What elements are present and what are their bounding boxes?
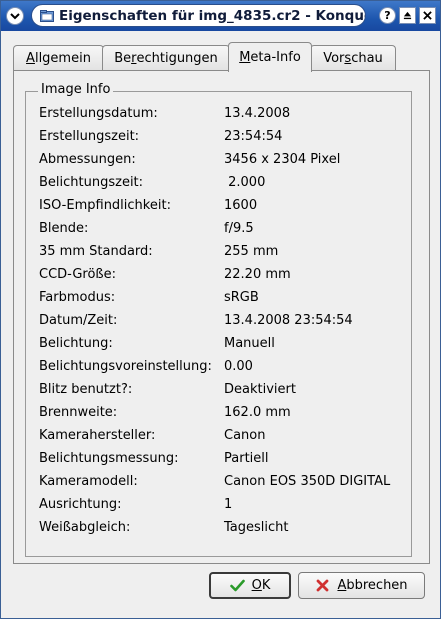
ok-label: K: [261, 578, 271, 593]
info-value: 13.4.2008 23:54:54: [224, 313, 353, 328]
info-value: 3456 x 2304 Pixel: [224, 152, 341, 167]
info-value: 2.000: [224, 175, 266, 190]
info-key: CCD-Größe:: [39, 267, 116, 282]
tab-label-pre: Be: [114, 51, 132, 66]
info-value: 1: [224, 497, 233, 512]
ok-mnemonic: O: [251, 578, 262, 593]
window-title: Eigenschaften für img_4835.cr2 - Konquer…: [59, 7, 366, 24]
tab-berechtigungen[interactable]: Be r echtigungen: [102, 45, 230, 71]
window-menu-button[interactable]: [6, 7, 24, 25]
info-value: Canon: [224, 428, 266, 443]
folder-icon: [40, 9, 54, 22]
info-key: Abmessungen:: [39, 152, 136, 167]
info-value: 13.4.2008: [224, 106, 291, 121]
info-key: Belichtungszeit:: [39, 175, 144, 190]
info-key: Kameramodell:: [39, 474, 138, 489]
info-key: Belichtungsmessung:: [39, 451, 179, 466]
info-value: Deaktiviert: [224, 382, 296, 397]
tab-label-mnemonic: A: [26, 51, 35, 66]
title-bar: Eigenschaften für img_4835.cr2 - Konquer…: [1, 1, 440, 31]
cancel-mnemonic: A: [337, 578, 347, 593]
info-value: Partiell: [224, 451, 269, 466]
info-key: Erstellungsdatum:: [39, 106, 158, 121]
x-icon: [317, 579, 329, 592]
info-value: 23:54:54: [224, 129, 283, 144]
close-button[interactable]: [419, 7, 436, 24]
tab-label-post: eta-Info: [250, 50, 301, 65]
close-icon: [423, 11, 432, 20]
tab-label-mnemonic: s: [344, 51, 352, 66]
info-key: Belichtungsvoreinstellung:: [39, 359, 212, 374]
info-key: ISO-Empfindlichkeit:: [39, 198, 171, 213]
help-label: ?: [384, 9, 391, 22]
tab-label-mnemonic: M: [239, 50, 251, 65]
info-key: Farbmodus:: [39, 290, 116, 305]
tab-label-post: echtigungen: [136, 51, 218, 66]
chevron-down-icon: [10, 13, 20, 20]
tab-label-post: llgemein: [34, 51, 91, 66]
info-key: 35 mm Standard:: [39, 244, 153, 259]
info-value: 162.0 mm: [224, 405, 291, 420]
info-value: Manuell: [224, 336, 275, 351]
info-key: Brennweite:: [39, 405, 118, 420]
info-value: f/9.5: [224, 221, 254, 236]
info-value: 22.20 mm: [224, 267, 291, 282]
maximize-icon: [403, 11, 412, 20]
info-value: 255 mm: [224, 244, 279, 259]
tab-label-pre: Vor: [323, 51, 345, 66]
tab-vorschau[interactable]: Vor s chau: [310, 45, 396, 71]
group-title: Image Info: [38, 82, 114, 97]
info-key: Blende:: [39, 221, 89, 236]
properties-dialog: Eigenschaften für img_4835.cr2 - Konquer…: [0, 0, 441, 619]
title-pill: Eigenschaften für img_4835.cr2 - Konquer…: [31, 4, 366, 27]
cancel-button[interactable]: Abbrechen: [298, 572, 425, 599]
info-key: Datum/Zeit:: [39, 313, 118, 328]
meta-info-panel: Image Info Erstellungsdatum: 13.4.2008 Er…: [13, 70, 430, 564]
info-key: Belichtung:: [39, 336, 113, 351]
info-key: Kamerahersteller:: [39, 428, 156, 443]
info-value: 1600: [224, 198, 258, 213]
info-key: Ausrichtung:: [39, 497, 122, 512]
info-value: Canon EOS 350D DIGITAL: [224, 474, 391, 489]
info-value: Tageslicht: [224, 520, 289, 535]
maximize-button[interactable]: [399, 7, 416, 24]
help-button[interactable]: ?: [379, 7, 396, 24]
info-key: Erstellungszeit:: [39, 129, 140, 144]
tab-label-post: chau: [351, 51, 383, 66]
info-key: Weißabgleich:: [39, 520, 131, 535]
tab-allgemein[interactable]: Allgemein: [13, 45, 104, 71]
info-key: Blitz benutzt?:: [39, 382, 133, 397]
check-icon: [229, 579, 245, 592]
tab-meta-info[interactable]: Meta-Info: [228, 42, 312, 72]
info-value: 0.00: [224, 359, 253, 374]
cancel-label: bbrechen: [346, 578, 408, 593]
info-value: sRGB: [224, 290, 259, 305]
ok-button[interactable]: OK: [209, 572, 291, 599]
